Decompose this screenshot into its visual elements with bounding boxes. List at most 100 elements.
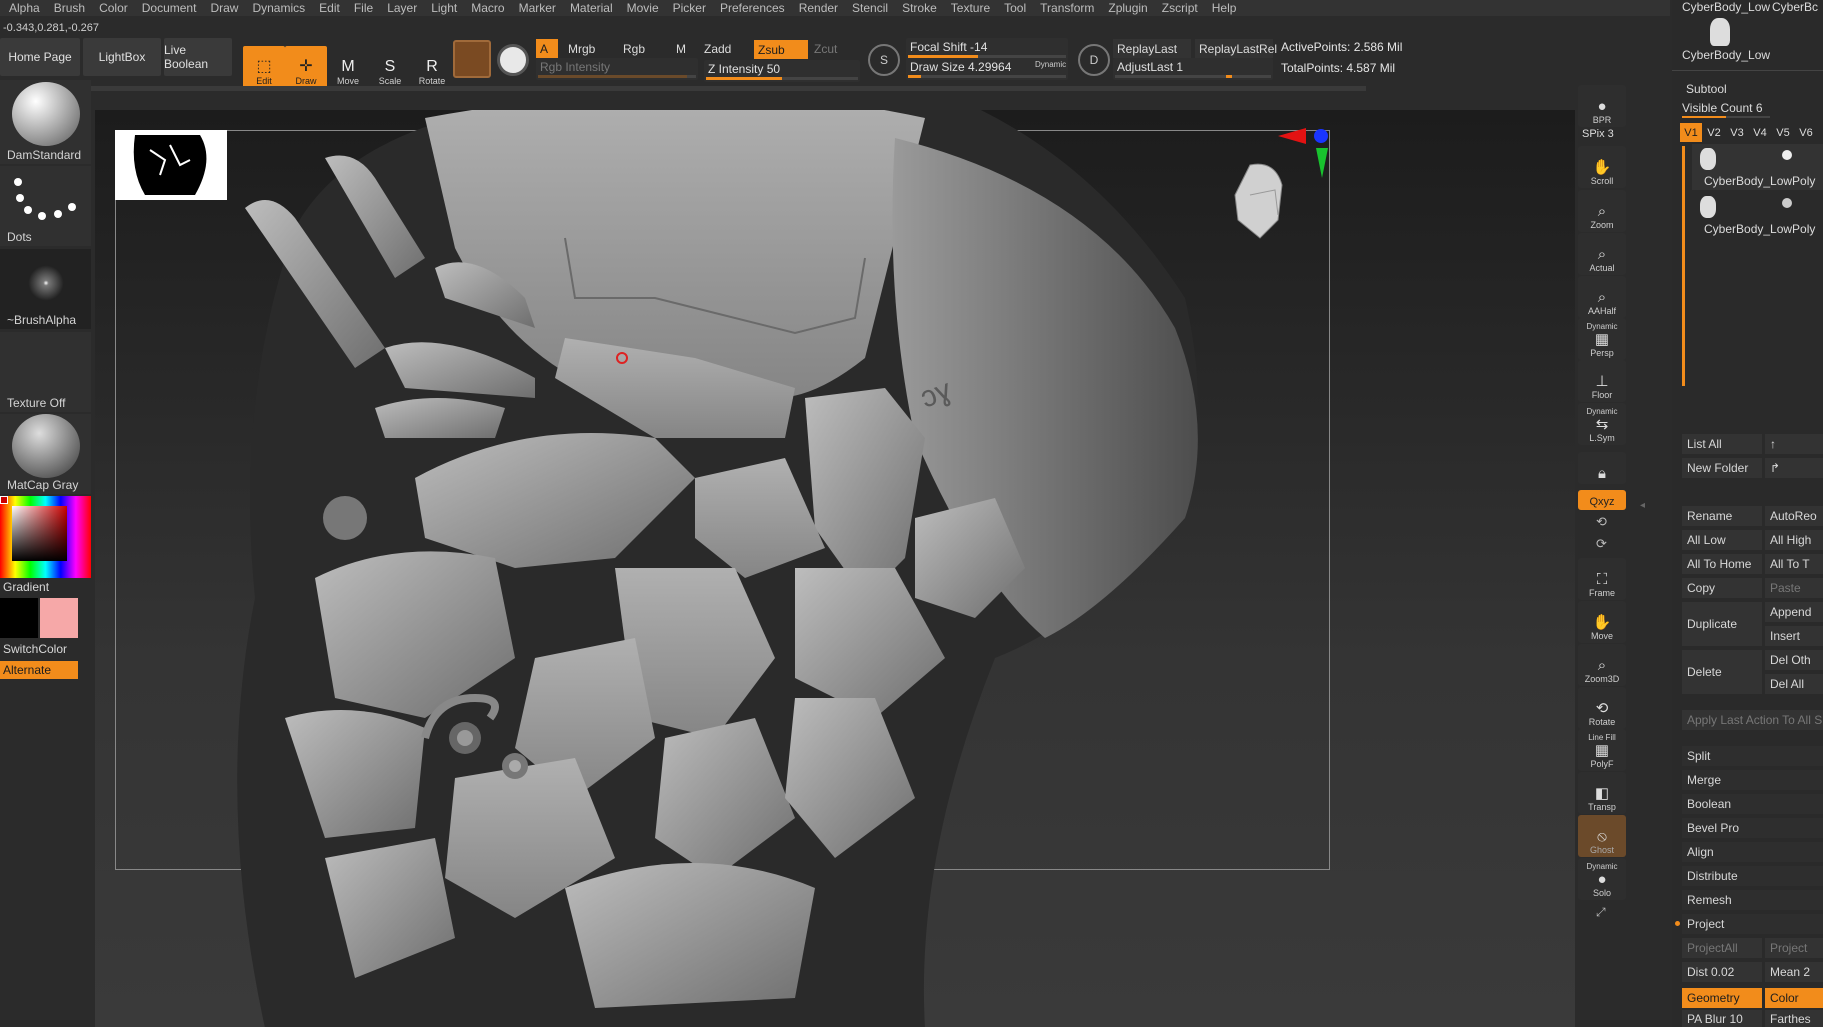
- solo-button[interactable]: Dynamic ● Solo: [1578, 858, 1626, 900]
- gizmo-icon[interactable]: [497, 44, 529, 76]
- pa-blur-slider[interactable]: PA Blur 10: [1682, 1010, 1762, 1027]
- rotate-y-icon[interactable]: ⟲: [1596, 514, 1607, 530]
- switch-color-button[interactable]: SwitchColor: [0, 642, 67, 656]
- color-picker-square[interactable]: [12, 506, 67, 561]
- project-button[interactable]: Project: [1765, 938, 1823, 958]
- all-to-target-button[interactable]: All To T: [1765, 554, 1823, 574]
- dynamic-label[interactable]: Dynamic: [1035, 60, 1066, 69]
- menu-movie[interactable]: Movie: [620, 0, 666, 16]
- insert-button[interactable]: Insert: [1765, 626, 1823, 646]
- tool-thumbnail-icon[interactable]: [1710, 18, 1730, 46]
- apply-last-action-button[interactable]: Apply Last Action To All S: [1682, 710, 1823, 730]
- edit-mode-button[interactable]: ⬚ Edit: [243, 46, 285, 88]
- folder-arrow-icon[interactable]: ↱: [1765, 458, 1823, 478]
- remesh-section[interactable]: Remesh: [1682, 890, 1823, 910]
- menu-stencil[interactable]: Stencil: [845, 0, 895, 16]
- adjust-last-slider[interactable]: AdjustLast 1: [1113, 58, 1273, 80]
- boolean-section[interactable]: Boolean: [1682, 794, 1823, 814]
- texture-slot[interactable]: Texture Off: [0, 332, 91, 412]
- rotate-view-button[interactable]: ⟲ Rotate: [1578, 687, 1626, 729]
- alternate-button[interactable]: Alternate: [0, 661, 78, 679]
- all-high-button[interactable]: All High: [1765, 530, 1823, 550]
- eye-toggle-icon[interactable]: [1782, 198, 1792, 208]
- scroll-button[interactable]: ✋ Scroll: [1578, 146, 1626, 188]
- navigator-thumbnail[interactable]: [115, 130, 227, 200]
- merge-section[interactable]: Merge: [1682, 770, 1823, 790]
- menu-render[interactable]: Render: [792, 0, 845, 16]
- stroke-s-icon[interactable]: S: [868, 44, 900, 76]
- menu-stroke[interactable]: Stroke: [895, 0, 944, 16]
- menu-help[interactable]: Help: [1205, 0, 1244, 16]
- material-slot[interactable]: MatCap Gray: [0, 414, 91, 494]
- move-mode-button[interactable]: M Move: [327, 46, 369, 88]
- menu-texture[interactable]: Texture: [944, 0, 997, 16]
- scale-mode-button[interactable]: S Scale: [369, 46, 411, 88]
- zoom-button[interactable]: ⌕ Zoom: [1578, 190, 1626, 232]
- tab-v5[interactable]: V5: [1772, 123, 1794, 142]
- menu-alpha[interactable]: Alpha: [2, 0, 47, 16]
- move-view-button[interactable]: ✋ Move: [1578, 601, 1626, 643]
- menu-file[interactable]: File: [347, 0, 380, 16]
- lsym-button[interactable]: Dynamic ⇆ L.Sym: [1578, 403, 1626, 445]
- menu-layer[interactable]: Layer: [380, 0, 424, 16]
- aahalf-button[interactable]: ⌕ AAHalf: [1578, 276, 1626, 318]
- all-to-home-button[interactable]: All To Home: [1682, 554, 1762, 574]
- tab-v1[interactable]: V1: [1680, 123, 1702, 142]
- replay-last-button[interactable]: ReplayLast: [1113, 39, 1191, 58]
- spix-slider[interactable]: SPix 3: [1582, 128, 1614, 140]
- menu-edit[interactable]: Edit: [312, 0, 347, 16]
- subtool-title[interactable]: Subtool: [1686, 82, 1727, 96]
- rotate-mode-button[interactable]: R Rotate: [411, 46, 453, 88]
- menu-zscript[interactable]: Zscript: [1155, 0, 1205, 16]
- align-section[interactable]: Align: [1682, 842, 1823, 862]
- alpha-slot[interactable]: ~BrushAlpha: [0, 249, 91, 329]
- dist-slider[interactable]: Dist 0.02: [1682, 962, 1762, 982]
- stroke-slot[interactable]: Dots: [0, 166, 91, 246]
- distribute-section[interactable]: Distribute: [1682, 866, 1823, 886]
- autoreorder-button[interactable]: AutoReo: [1765, 506, 1823, 526]
- floor-button[interactable]: ⊥ Floor: [1578, 360, 1626, 402]
- new-folder-button[interactable]: New Folder: [1682, 458, 1762, 478]
- menu-transform[interactable]: Transform: [1033, 0, 1101, 16]
- menu-material[interactable]: Material: [563, 0, 620, 16]
- transp-button[interactable]: ◧ Transp: [1578, 772, 1626, 814]
- tab-v6[interactable]: V6: [1795, 123, 1817, 142]
- menu-picker[interactable]: Picker: [666, 0, 713, 16]
- del-all-button[interactable]: Del All: [1765, 674, 1823, 694]
- zsub-toggle[interactable]: Zsub: [754, 40, 808, 59]
- mrgb-toggle[interactable]: Mrgb: [564, 39, 614, 58]
- live-boolean-button[interactable]: Live Boolean: [164, 38, 232, 76]
- zoom3d-button[interactable]: ⌕ Zoom3D: [1578, 644, 1626, 686]
- replay-last-rel-button[interactable]: ReplayLastRel: [1195, 39, 1277, 58]
- gradient-label[interactable]: Gradient: [0, 580, 91, 594]
- zcut-toggle[interactable]: Zcut: [810, 39, 858, 58]
- list-all-button[interactable]: List All: [1682, 434, 1762, 454]
- subtool-list-scrollbar[interactable]: [1682, 146, 1685, 386]
- mean-slider[interactable]: Mean 2: [1765, 962, 1823, 982]
- tab-v3[interactable]: V3: [1726, 123, 1748, 142]
- append-button[interactable]: Append: [1765, 602, 1823, 622]
- tool-thumb-label-3[interactable]: CyberBody_LowF: [1682, 48, 1770, 62]
- focal-shift-slider[interactable]: Focal Shift -14: [906, 38, 1068, 60]
- primary-color-swatch[interactable]: [40, 598, 78, 638]
- draw-mode-button[interactable]: ✛ Draw: [285, 46, 327, 88]
- z-intensity-slider[interactable]: Z Intensity 50: [704, 60, 860, 82]
- stroke-d-icon[interactable]: D: [1078, 44, 1110, 76]
- eye-toggle-icon[interactable]: [1782, 150, 1792, 160]
- lightbox-button[interactable]: LightBox: [83, 38, 161, 76]
- brush-slot[interactable]: DamStandard: [0, 80, 91, 164]
- menu-marker[interactable]: Marker: [512, 0, 563, 16]
- split-section[interactable]: Split: [1682, 746, 1823, 766]
- menu-color[interactable]: Color: [92, 0, 135, 16]
- rgb-toggle[interactable]: Rgb: [619, 39, 667, 58]
- farthest-toggle[interactable]: Farthes: [1765, 1010, 1823, 1027]
- color-toggle[interactable]: Color: [1765, 988, 1823, 1008]
- m-toggle[interactable]: M: [672, 39, 696, 58]
- all-low-button[interactable]: All Low: [1682, 530, 1762, 550]
- delete-button[interactable]: Delete: [1682, 650, 1762, 694]
- zadd-toggle[interactable]: Zadd: [700, 39, 752, 58]
- tool-thumb-label-2[interactable]: CyberBc: [1772, 0, 1822, 14]
- menu-light[interactable]: Light: [424, 0, 464, 16]
- bevel-pro-section[interactable]: Bevel Pro: [1682, 818, 1823, 838]
- ghost-button[interactable]: ⦸ Ghost: [1578, 815, 1626, 857]
